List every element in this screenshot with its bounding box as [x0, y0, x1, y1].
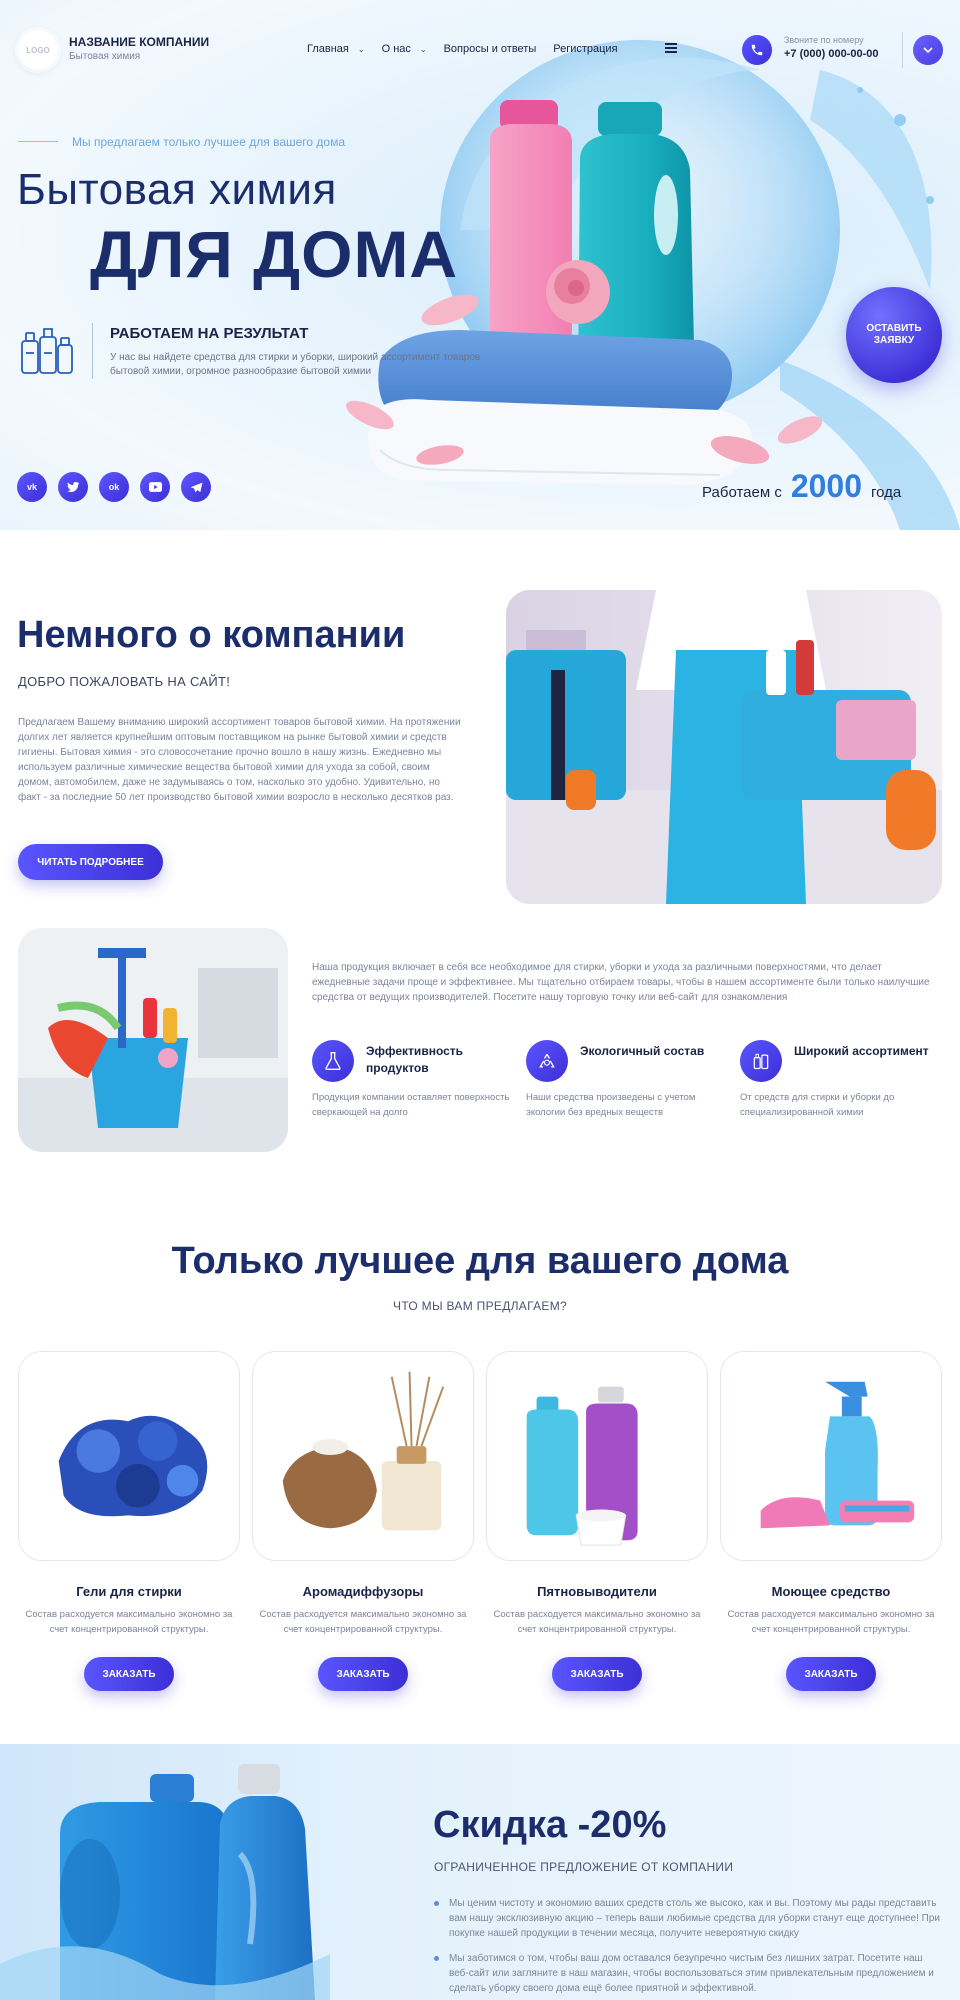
- card-text: Состав расходуется максимально экономно …: [727, 1609, 935, 1635]
- nav-item-about[interactable]: О нас ⌄: [382, 43, 427, 55]
- since-year-block: Работаем с 2000 года: [702, 468, 901, 505]
- stain-remover-image: [486, 1351, 708, 1561]
- card-title: Аромадиффузоры: [302, 1584, 424, 1599]
- phone-number[interactable]: +7 (000) 000-00-00: [784, 48, 878, 60]
- feature-separator: [92, 323, 93, 379]
- nav-label: Регистрация: [553, 43, 618, 55]
- nav-item-home[interactable]: Главная ⌄: [307, 43, 365, 55]
- benefit-title: Широкий ассортимент: [794, 1044, 929, 1058]
- bottles-icon: [740, 1040, 782, 1082]
- cleaning-supplies-photo: [18, 928, 288, 1152]
- chevron-down-icon: ⌄: [357, 44, 365, 54]
- bottles-icon: [21, 328, 73, 374]
- about-subtitle: ДОБРО ПОЖАЛОВАТЬ НА САЙТ!: [18, 674, 231, 689]
- hero-feature-text: У нас вы найдете средства для стирки и у…: [110, 352, 481, 377]
- header-divider: [902, 32, 903, 68]
- logo[interactable]: LOGO: [18, 30, 58, 70]
- laundry-gel-image: [18, 1351, 240, 1561]
- read-more-button[interactable]: ЧИТАТЬ ПОДРОБНЕЕ: [18, 844, 163, 880]
- detergent-image: [720, 1351, 942, 1561]
- offer-title: Только лучшее для вашего дома: [171, 1240, 789, 1282]
- recycle-icon: [526, 1040, 568, 1082]
- hero-feature-title: РАБОТАЕМ НА РЕЗУЛЬТАТ: [110, 325, 309, 342]
- since-year: 2000: [790, 468, 863, 504]
- card-title: Пятновыводители: [537, 1584, 657, 1599]
- request-button[interactable]: ОСТАВИТЬ ЗАЯВКУ: [846, 287, 942, 383]
- header-dropdown-button[interactable]: [913, 35, 943, 65]
- benefit-text: Наши средства произведены с учетом эколо…: [526, 1092, 696, 1118]
- nav-label: О нас: [381, 43, 411, 55]
- odnoklassniki-icon[interactable]: ok: [99, 472, 129, 502]
- aroma-diffuser-image: [252, 1351, 474, 1561]
- phone-label: Звоните по номеру: [784, 35, 864, 45]
- discount-image: [0, 1764, 330, 2000]
- telegram-icon[interactable]: [181, 472, 211, 502]
- burger-icon[interactable]: [665, 43, 677, 53]
- twitter-icon[interactable]: [58, 472, 88, 502]
- benefit-text: От средств для стирки и уборки до специа…: [740, 1092, 895, 1118]
- site-header: LOGO НАЗВАНИЕ КОМПАНИИ Бытовая химия Гла…: [0, 0, 960, 100]
- since-prefix: Работаем с: [702, 484, 782, 501]
- discount-section: Скидка -20% ОГРАНИЧЕННОЕ ПРЕДЛОЖЕНИЕ ОТ …: [0, 1744, 960, 2000]
- hero-title-line1: Бытовая химия: [17, 165, 337, 214]
- discount-list: Мы ценим чистоту и экономию ваших средст…: [434, 1896, 940, 2000]
- flask-icon: [312, 1040, 354, 1082]
- nav-label: Главная: [307, 43, 349, 55]
- card-title: Моющее средство: [771, 1584, 891, 1599]
- about-photo: [506, 590, 942, 904]
- order-button[interactable]: ЗАКАЗАТЬ: [552, 1657, 642, 1691]
- benefit-text: Продукция компании оставляет поверхность…: [312, 1092, 510, 1118]
- phone-icon: [751, 44, 763, 56]
- card-text: Состав расходуется максимально экономно …: [493, 1609, 701, 1635]
- order-button[interactable]: ЗАКАЗАТЬ: [318, 1657, 408, 1691]
- list-item: Мы ценим чистоту и экономию ваших средст…: [434, 1896, 940, 1941]
- card-text: Состав расходуется максимально экономно …: [259, 1609, 467, 1635]
- main-nav: Главная ⌄ О нас ⌄ Вопросы и ответы Регис…: [307, 43, 635, 55]
- card-title: Гели для стирки: [76, 1584, 182, 1599]
- company-name: НАЗВАНИЕ КОМПАНИИ: [69, 35, 210, 49]
- nav-item-registration[interactable]: Регистрация: [553, 43, 617, 55]
- nav-label: Вопросы и ответы: [443, 43, 537, 55]
- youtube-icon[interactable]: [140, 472, 170, 502]
- product-card: Моющее средство Состав расходуется макси…: [720, 1351, 942, 1691]
- products-info-text: Наша продукция включает в себя все необх…: [312, 962, 930, 1003]
- benefit-title: Экологичный состав: [580, 1044, 705, 1058]
- card-text: Состав расходуется максимально экономно …: [25, 1609, 233, 1635]
- hero-title-line2: ДЛЯ ДОМА: [90, 217, 459, 291]
- about-title: Немного о компании: [17, 614, 406, 656]
- list-item: Мы заботимся о том, чтобы ваш дом остава…: [434, 1951, 940, 1996]
- discount-subtitle: ОГРАНИЧЕННОЕ ПРЕДЛОЖЕНИЕ ОТ КОМПАНИИ: [434, 1860, 734, 1874]
- benefit-title: Эффективность продуктов: [366, 1044, 464, 1075]
- order-button[interactable]: ЗАКАЗАТЬ: [84, 1657, 174, 1691]
- nav-item-faq[interactable]: Вопросы и ответы: [444, 43, 537, 55]
- product-card: Пятновыводители Состав расходуется макси…: [486, 1351, 708, 1691]
- social-links: vk ok: [17, 472, 222, 502]
- about-text: Предлагаем Вашему вниманию широкий ассор…: [18, 717, 461, 803]
- hero-section: LOGO НАЗВАНИЕ КОМПАНИИ Бытовая химия Гла…: [0, 0, 960, 530]
- product-card: Гели для стирки Состав расходуется макси…: [18, 1351, 240, 1691]
- discount-title: Скидка -20%: [433, 1804, 667, 1846]
- since-suffix: года: [871, 484, 902, 501]
- request-button-label: ОСТАВИТЬ ЗАЯВКУ: [866, 323, 922, 346]
- phone-button[interactable]: [742, 35, 772, 65]
- offer-subtitle: ЧТО МЫ ВАМ ПРЕДЛАГАЕМ?: [393, 1299, 567, 1313]
- chevron-down-icon: [923, 47, 933, 54]
- tagline-line: [18, 141, 58, 142]
- vk-icon[interactable]: vk: [17, 472, 47, 502]
- chevron-down-icon: ⌄: [419, 44, 427, 54]
- product-card: Аромадиффузоры Состав расходуется максим…: [252, 1351, 474, 1691]
- company-subtitle: Бытовая химия: [69, 51, 141, 62]
- order-button[interactable]: ЗАКАЗАТЬ: [786, 1657, 876, 1691]
- hero-tagline: Мы предлагаем только лучшее для вашего д…: [72, 135, 346, 149]
